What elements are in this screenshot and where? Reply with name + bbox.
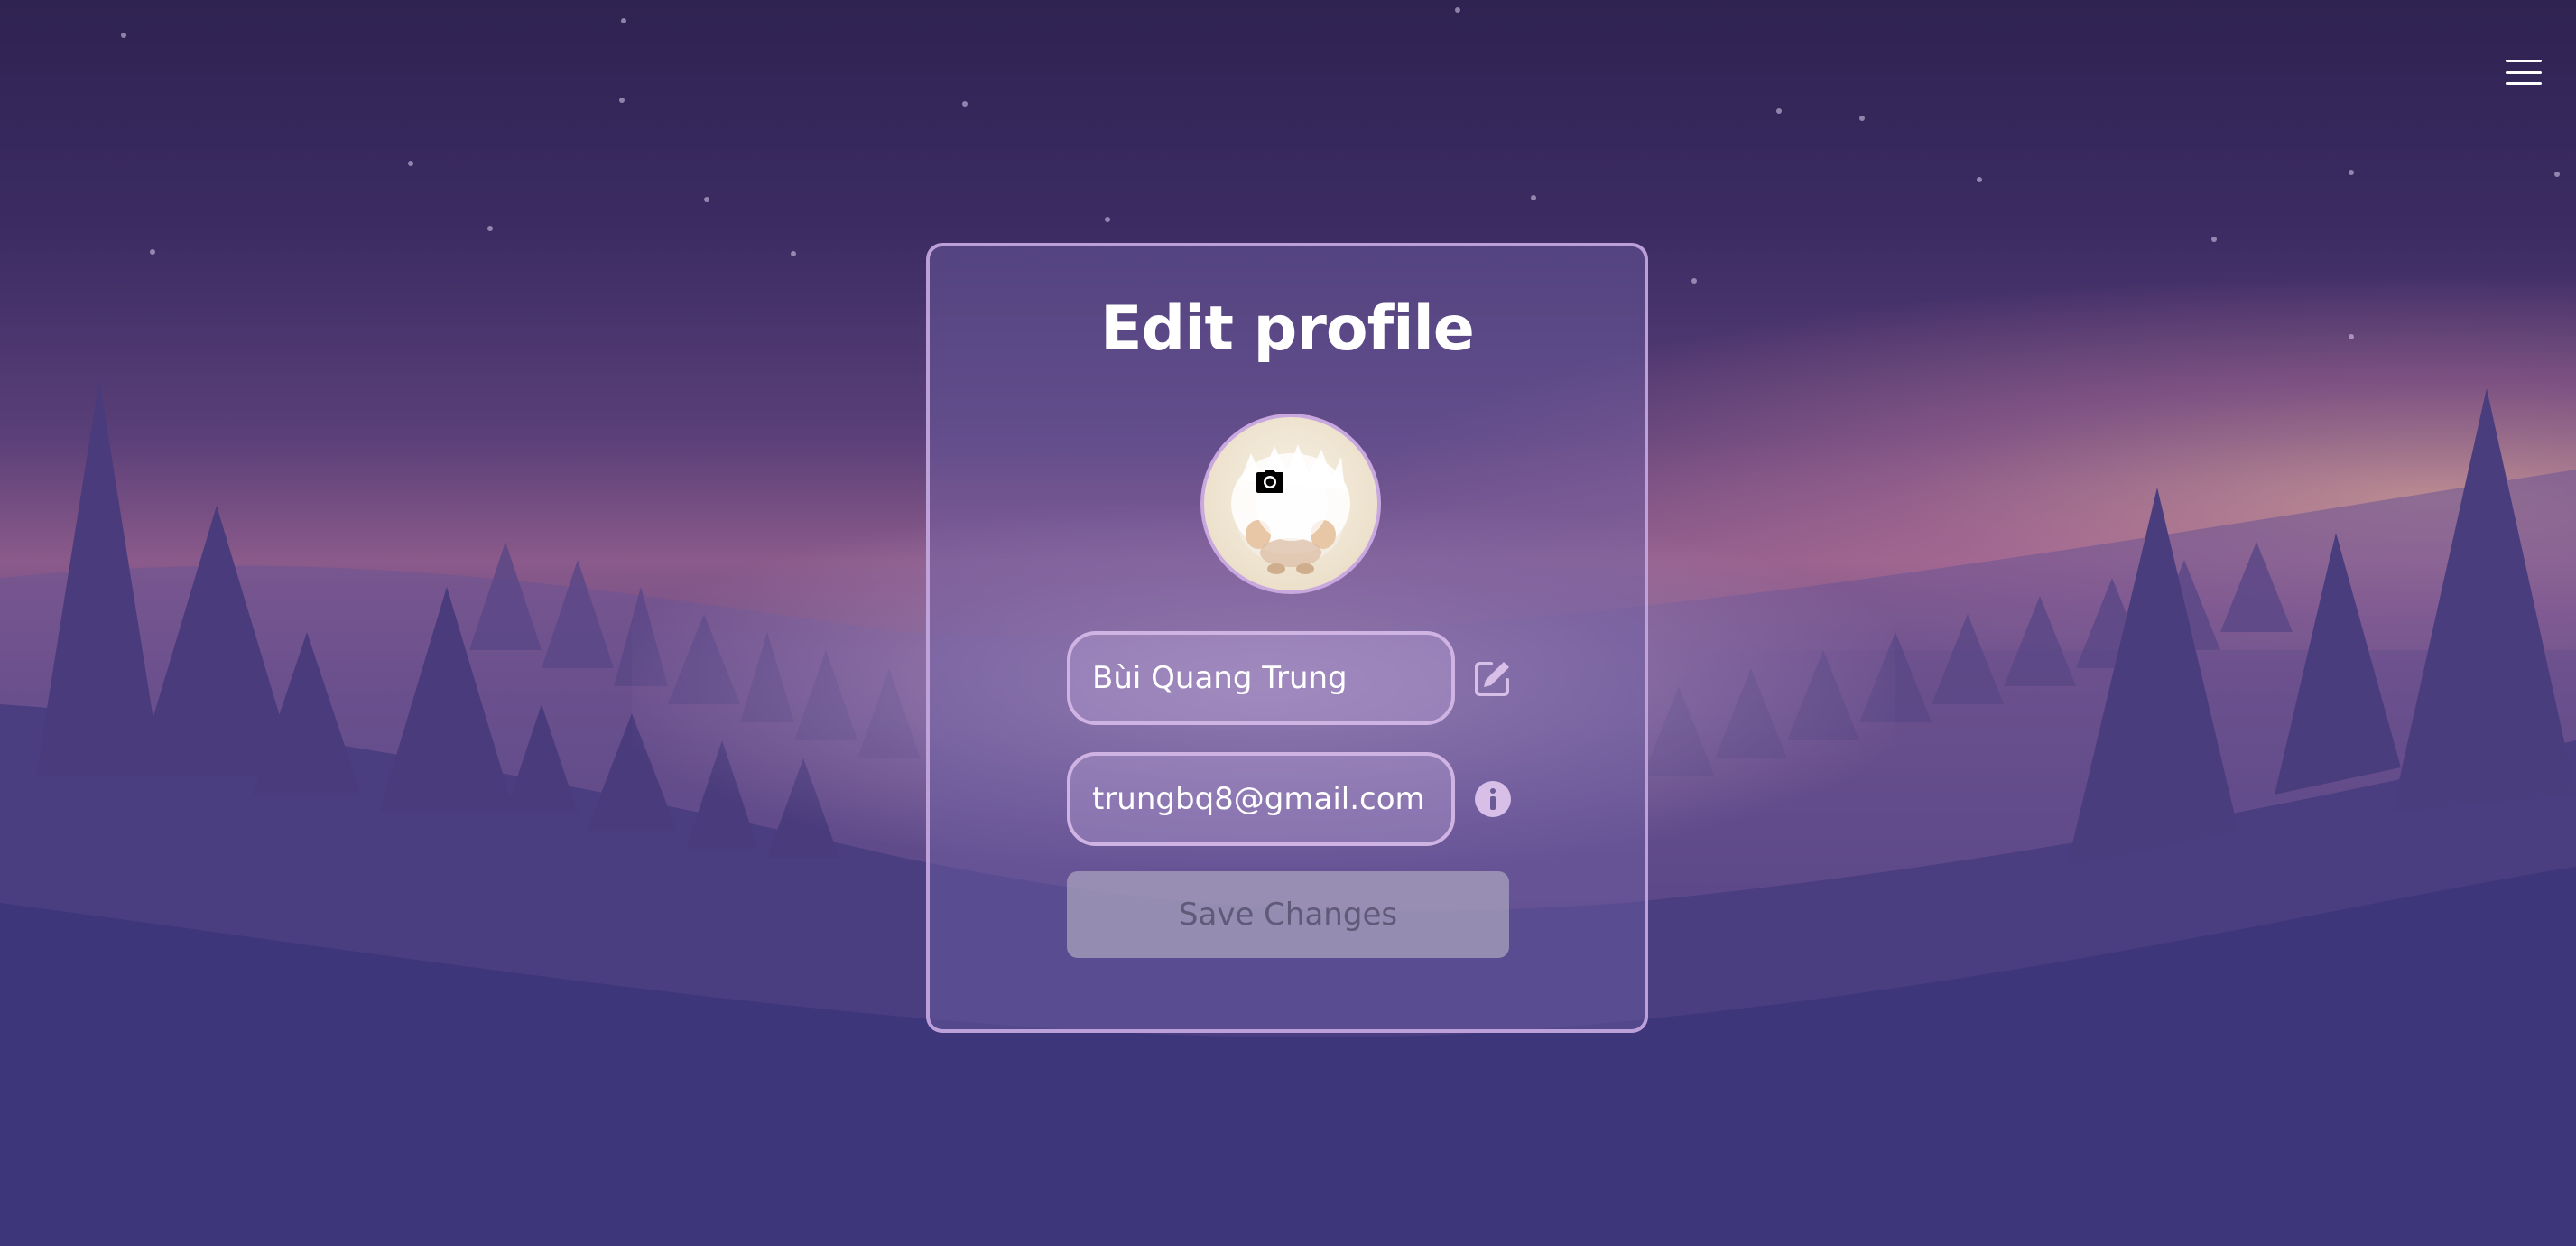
hamburger-menu-icon[interactable]	[2506, 60, 2542, 85]
avatar[interactable]	[1200, 414, 1381, 594]
camera-icon-glyph	[1256, 470, 1283, 493]
info-icon[interactable]	[1473, 779, 1513, 819]
email-input[interactable]: trungbq8@gmail.com	[1067, 752, 1455, 846]
info-icon-glyph	[1475, 781, 1511, 817]
camera-icon[interactable]	[1256, 469, 1328, 541]
page-title: Edit profile	[1100, 293, 1475, 365]
edit-icon-glyph	[1475, 662, 1509, 696]
name-input[interactable]: Bùi Quang Trung	[1067, 631, 1455, 725]
edit-profile-card: Edit profile Bùi Quang Trung trungbq8@gm	[926, 243, 1648, 1033]
edit-icon[interactable]	[1473, 658, 1513, 698]
save-changes-button[interactable]: Save Changes	[1067, 871, 1509, 958]
